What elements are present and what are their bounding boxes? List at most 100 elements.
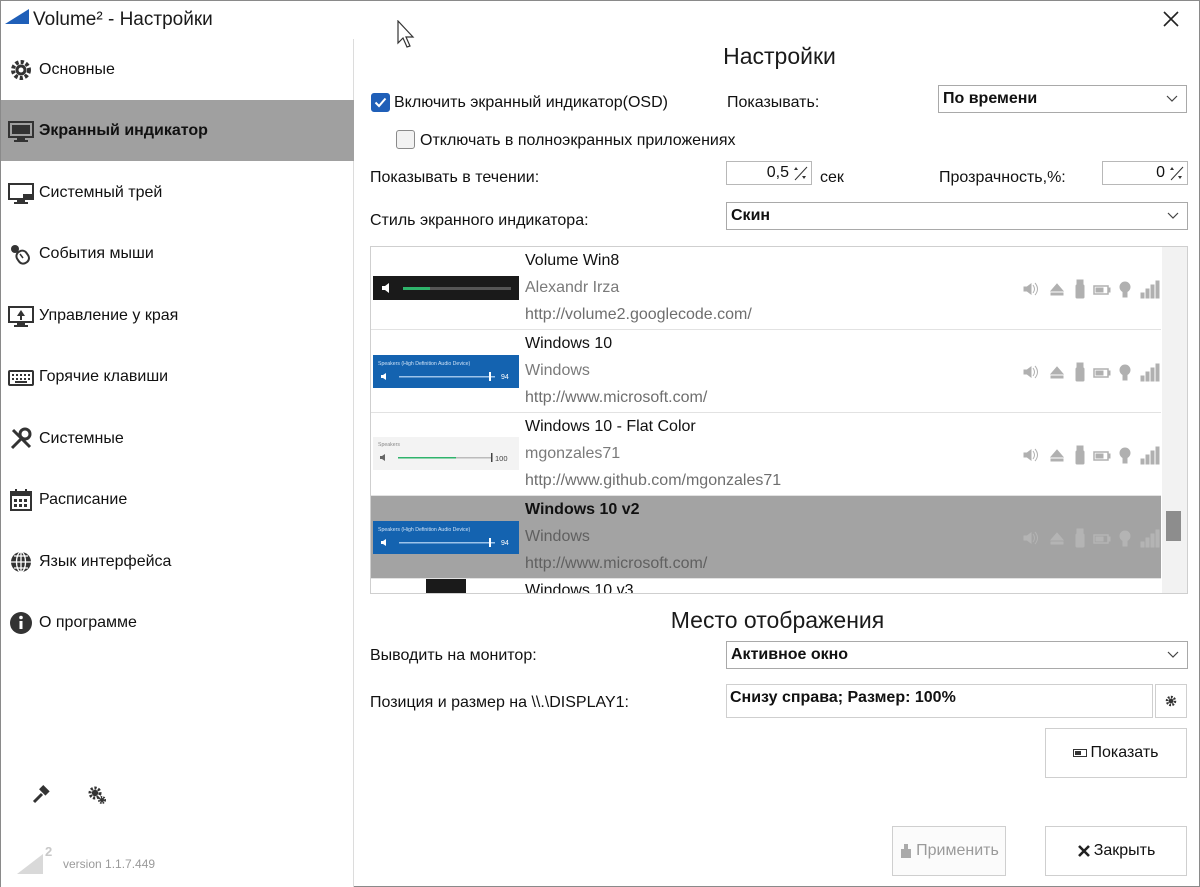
skin-preview-dark (426, 579, 466, 593)
monitor-label: Выводить на монитор: (370, 647, 537, 664)
position-label: Позиция и размер на \\.\DISPLAY1: (370, 694, 629, 711)
title-bar: Volume² - Настройки (1, 1, 1199, 39)
skin-author: mgonzales71 (525, 445, 621, 462)
spin-arrows-icon[interactable] (791, 164, 809, 182)
sidebar-item-tray[interactable]: Системный трей (1, 162, 354, 223)
skin-feature-icons (1023, 528, 1160, 548)
settings-heading: Настройки (723, 43, 836, 69)
duration-spinner[interactable]: 0,5 (726, 161, 812, 185)
skin-row[interactable]: Volume Win8 Alexandr Irza http://volume2… (371, 247, 1161, 330)
skin-row-selected[interactable]: Speakers (High Definition Audio Device) … (371, 496, 1161, 579)
show-mode-label: Показывать: (727, 94, 820, 111)
gear-icon (1165, 695, 1177, 707)
hammer-icon[interactable] (31, 785, 51, 805)
close-button[interactable]: Закрыть (1045, 826, 1187, 876)
enable-osd-label: Включить экранный индикатор(OSD) (394, 94, 668, 111)
opacity-label: Прозрачность,%: (939, 169, 1066, 186)
monitor-select[interactable]: Активное окно (726, 641, 1188, 669)
scrollbar-thumb[interactable] (1166, 511, 1181, 541)
skin-preview-win10: Speakers (High Definition Audio Device) … (373, 521, 519, 554)
skin-author: Alexandr Irza (525, 279, 620, 296)
skin-url: http://www.microsoft.com/ (525, 389, 708, 406)
skin-feature-icons (1023, 445, 1160, 465)
skin-list-scrollbar[interactable] (1162, 247, 1187, 593)
skin-preview-win8 (373, 276, 519, 300)
sidebar-item-label: О программе (39, 613, 137, 631)
skin-row[interactable]: Speakers 100 Windows 10 - Flat Color mgo… (371, 413, 1161, 496)
chevron-down-icon (1166, 95, 1178, 102)
show-osd-label: Показать (1090, 744, 1159, 761)
tools-icon (8, 426, 34, 452)
mouse-icon (8, 241, 34, 267)
skin-list[interactable]: Volume Win8 Alexandr Irza http://volume2… (370, 246, 1188, 594)
sidebar-item-label: Язык интерфейса (39, 552, 172, 570)
skin-preview-win10: Speakers (High Definition Audio Device) … (373, 355, 519, 388)
skin-name: Windows 10 v3 (525, 582, 634, 594)
close-icon[interactable] (1159, 7, 1183, 31)
show-osd-button[interactable]: Показать (1045, 728, 1187, 778)
spin-arrows-icon[interactable] (1167, 164, 1185, 182)
osd-style-label: Стиль экранного индикатора: (370, 212, 589, 229)
disable-fullscreen-checkbox[interactable] (396, 130, 415, 149)
svg-text:94: 94 (501, 374, 509, 381)
skin-row[interactable]: Speakers (High Definition Audio Device) … (371, 330, 1161, 413)
sidebar-item-label: Расписание (39, 490, 128, 508)
sidebar-item-schedule[interactable]: Расписание (1, 469, 354, 530)
sidebar-item-language[interactable]: Язык интерфейса (1, 531, 354, 592)
duration-value: 0,5 (766, 164, 789, 181)
skin-feature-icons (1023, 362, 1160, 382)
skin-name: Volume Win8 (525, 252, 620, 269)
skin-feature-icons (1023, 279, 1160, 299)
svg-text:2: 2 (45, 844, 52, 859)
apply-button[interactable]: Применить (892, 826, 1006, 876)
svg-text:Speakers (High Definition Audi: Speakers (High Definition Audio Device) (378, 361, 471, 367)
placement-heading: Место отображения (670, 607, 885, 633)
version-label: version 1.1.7.449 (63, 857, 156, 871)
skin-name: Windows 10 - Flat Color (525, 418, 696, 435)
osd-style-select[interactable]: Скин (726, 202, 1188, 230)
position-field[interactable]: Снизу справа; Размер: 100% (726, 684, 1153, 718)
show-mode-value: По времени (943, 90, 1038, 107)
sidebar-item-label: Системные (39, 429, 124, 447)
svg-text:100: 100 (495, 454, 508, 463)
app-logo-icon (5, 9, 29, 24)
gear-icon (8, 57, 34, 83)
opacity-spinner[interactable]: 0 (1102, 161, 1188, 185)
position-settings-button[interactable] (1155, 684, 1187, 718)
sidebar-item-label: Экранный индикатор (39, 121, 208, 139)
apply-icon (899, 843, 913, 859)
settings-window: Volume² - Настройки Основные Экранный ин… (0, 0, 1200, 887)
disable-fullscreen-label: Отключать в полноэкранных приложениях (420, 132, 736, 149)
opacity-value: 0 (1156, 164, 1165, 181)
skin-row[interactable]: Windows 10 v3 (371, 579, 1161, 594)
skin-name: Windows 10 v2 (525, 501, 640, 518)
sidebar-item-screen-edge[interactable]: Управление у края (1, 285, 354, 346)
skin-url: http://volume2.googlecode.com/ (525, 306, 752, 323)
sidebar-item-osd[interactable]: Экранный индикатор (1, 100, 354, 161)
duration-label: Показывать в течении: (370, 169, 540, 186)
sidebar-item-label: Управление у края (39, 306, 179, 324)
globe-icon (8, 549, 34, 575)
chevron-down-icon (1167, 651, 1179, 658)
chevron-down-icon (1167, 212, 1179, 219)
show-mode-select[interactable]: По времени (938, 85, 1187, 113)
sidebar: Основные Экранный индикатор Системный тр… (1, 39, 354, 887)
screen-edge-icon (8, 303, 34, 329)
sidebar-item-general[interactable]: Основные (1, 39, 354, 100)
sidebar-item-about[interactable]: О программе (1, 592, 354, 653)
main-panel: Настройки Включить экранный индикатор(OS… (355, 39, 1200, 887)
sidebar-item-label: Горячие клавиши (39, 367, 169, 385)
settings-cog-icon[interactable] (87, 785, 107, 805)
sidebar-item-mouse[interactable]: События мыши (1, 223, 354, 284)
svg-text:Speakers (High Definition Audi: Speakers (High Definition Audio Device) (378, 527, 471, 533)
window-title: Volume² - Настройки (33, 9, 213, 30)
close-x-icon (1077, 844, 1091, 858)
sidebar-item-label: События мыши (39, 244, 154, 262)
sidebar-item-system[interactable]: Системные (1, 408, 354, 469)
sidebar-item-hotkeys[interactable]: Горячие клавиши (1, 346, 354, 407)
mouse-cursor-icon (397, 20, 415, 48)
skin-url: http://www.github.com/mgonzales71 (525, 472, 782, 489)
skin-url: http://www.microsoft.com/ (525, 555, 708, 572)
enable-osd-checkbox[interactable] (371, 93, 390, 112)
tray-icon (8, 180, 34, 206)
